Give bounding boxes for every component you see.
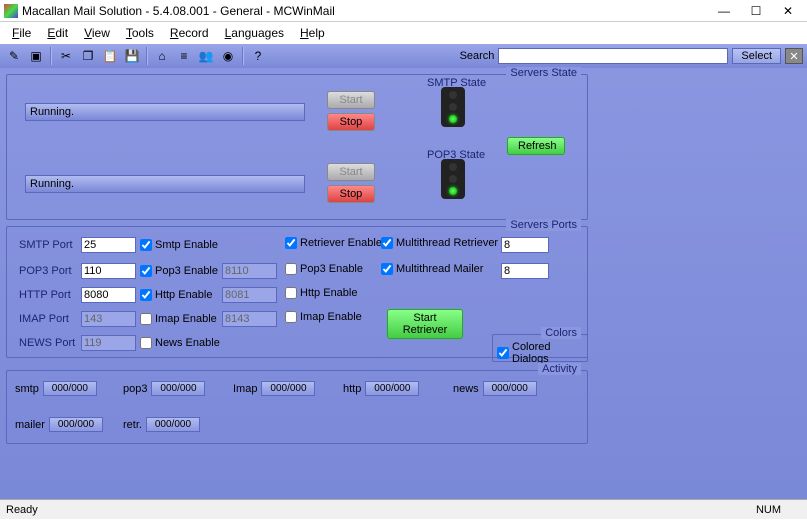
titlebar: Macallan Mail Solution - 5.4.08.001 - Ge… <box>0 0 807 22</box>
status-num: NUM <box>756 504 781 516</box>
search-label: Search <box>460 50 495 62</box>
status-ready: Ready <box>6 504 38 516</box>
act-smtp-label: smtp <box>15 383 39 395</box>
http-enable-check[interactable]: Http Enable <box>140 289 212 301</box>
act-news-label: news <box>453 383 479 395</box>
imap-port-input[interactable] <box>81 311 136 327</box>
clear-search-button[interactable]: ✕ <box>785 48 803 64</box>
smtp-port-label: SMTP Port <box>19 239 77 251</box>
multithread-mailer-check[interactable]: Multithread Mailer <box>381 263 483 275</box>
act-pop3-label: pop3 <box>123 383 147 395</box>
save-icon[interactable]: 💾 <box>122 47 142 65</box>
colored-dialogs-check[interactable]: Colored Dialogs <box>497 341 587 365</box>
smtp-stop-button[interactable]: Stop <box>327 113 375 131</box>
http-port-input[interactable] <box>81 287 136 303</box>
toolbar: ✎ ▣ ✂ ❐ 📋 💾 ⌂ ≡ 👥 ◉ ? Search Select ✕ <box>0 44 807 68</box>
act-imap-val <box>261 381 315 396</box>
news-port-label: NEWS Port <box>19 337 77 349</box>
act-retr-val <box>146 417 200 432</box>
news-enable-check[interactable]: News Enable <box>140 337 220 349</box>
camera-icon[interactable]: ◉ <box>218 47 238 65</box>
tool-icon-1[interactable]: ✎ <box>4 47 24 65</box>
mt-retriever-input[interactable] <box>501 237 549 253</box>
app-icon <box>4 4 18 18</box>
menu-record[interactable]: Record <box>164 24 215 42</box>
select-button[interactable]: Select <box>732 48 781 64</box>
imap-port-label: IMAP Port <box>19 313 77 325</box>
main-panel: Servers State SMTP State Start Stop POP3… <box>0 68 807 499</box>
pop3-enable-check[interactable]: Pop3 Enable <box>140 265 218 277</box>
activity-title: Activity <box>538 363 581 375</box>
refresh-button[interactable]: Refresh <box>507 137 565 155</box>
search-input[interactable] <box>498 48 728 64</box>
minimize-button[interactable]: — <box>709 2 739 20</box>
menu-edit[interactable]: Edit <box>41 24 74 42</box>
smtp-enable-check[interactable]: Smtp Enable <box>140 239 218 251</box>
servers-state-title: Servers State <box>506 67 581 79</box>
menu-file[interactable]: File <box>6 24 37 42</box>
imap-enable-check[interactable]: Imap Enable <box>140 313 217 325</box>
cut-icon[interactable]: ✂ <box>56 47 76 65</box>
paste-icon[interactable]: 📋 <box>100 47 120 65</box>
act-mailer-val <box>49 417 103 432</box>
tool-icon-2[interactable]: ▣ <box>26 47 46 65</box>
pop3-traffic-light <box>441 159 465 199</box>
multithread-retriever-check[interactable]: Multithread Retriever <box>381 237 498 249</box>
pop3-enable2-check[interactable]: Pop3 Enable <box>285 263 363 275</box>
menu-view[interactable]: View <box>78 24 116 42</box>
act-retr-label: retr. <box>123 419 142 431</box>
menu-tools[interactable]: Tools <box>120 24 160 42</box>
pop3-stop-button[interactable]: Stop <box>327 185 375 203</box>
window-title: Macallan Mail Solution - 5.4.08.001 - Ge… <box>22 4 709 18</box>
servers-state-group: Servers State SMTP State Start Stop POP3… <box>6 74 588 220</box>
pop3-port-input[interactable] <box>81 263 136 279</box>
act-mailer-label: mailer <box>15 419 45 431</box>
servers-ports-title: Servers Ports <box>506 219 581 231</box>
act-imap-label: Imap <box>233 383 257 395</box>
statusbar: Ready NUM <box>0 499 807 519</box>
act-smtp-val <box>43 381 97 396</box>
smtp-status-field[interactable] <box>25 103 305 121</box>
list-icon[interactable]: ≡ <box>174 47 194 65</box>
pop3-port-label: POP3 Port <box>19 265 77 277</box>
activity-group: Activity smtp pop3 Imap http news mailer… <box>6 370 588 444</box>
pop3-port2-input[interactable] <box>222 263 277 279</box>
act-news-val <box>483 381 537 396</box>
copy-icon[interactable]: ❐ <box>78 47 98 65</box>
home-icon[interactable]: ⌂ <box>152 47 172 65</box>
http-port2-input[interactable] <box>222 287 277 303</box>
imap-enable2-check[interactable]: Imap Enable <box>285 311 362 323</box>
menu-languages[interactable]: Languages <box>219 24 290 42</box>
smtp-port-input[interactable] <box>81 237 136 253</box>
menubar: File Edit View Tools Record Languages He… <box>0 22 807 44</box>
imap-port2-input[interactable] <box>222 311 277 327</box>
smtp-start-button[interactable]: Start <box>327 91 375 109</box>
http-enable2-check[interactable]: Http Enable <box>285 287 357 299</box>
colors-group: Colors Colored Dialogs <box>492 334 588 362</box>
act-http-label: http <box>343 383 361 395</box>
close-button[interactable]: ✕ <box>773 2 803 20</box>
maximize-button[interactable]: ☐ <box>741 2 771 20</box>
colors-title: Colors <box>541 327 581 339</box>
news-port-input[interactable] <box>81 335 136 351</box>
start-retriever-button[interactable]: Start Retriever <box>387 309 463 339</box>
act-pop3-val <box>151 381 205 396</box>
act-http-val <box>365 381 419 396</box>
mt-mailer-input[interactable] <box>501 263 549 279</box>
smtp-traffic-light <box>441 87 465 127</box>
menu-help[interactable]: Help <box>294 24 331 42</box>
pop3-status-field[interactable] <box>25 175 305 193</box>
users-icon[interactable]: 👥 <box>196 47 216 65</box>
pop3-start-button[interactable]: Start <box>327 163 375 181</box>
retriever-enable-check[interactable]: Retriever Enable <box>285 237 382 249</box>
http-port-label: HTTP Port <box>19 289 77 301</box>
help-icon[interactable]: ? <box>248 47 268 65</box>
